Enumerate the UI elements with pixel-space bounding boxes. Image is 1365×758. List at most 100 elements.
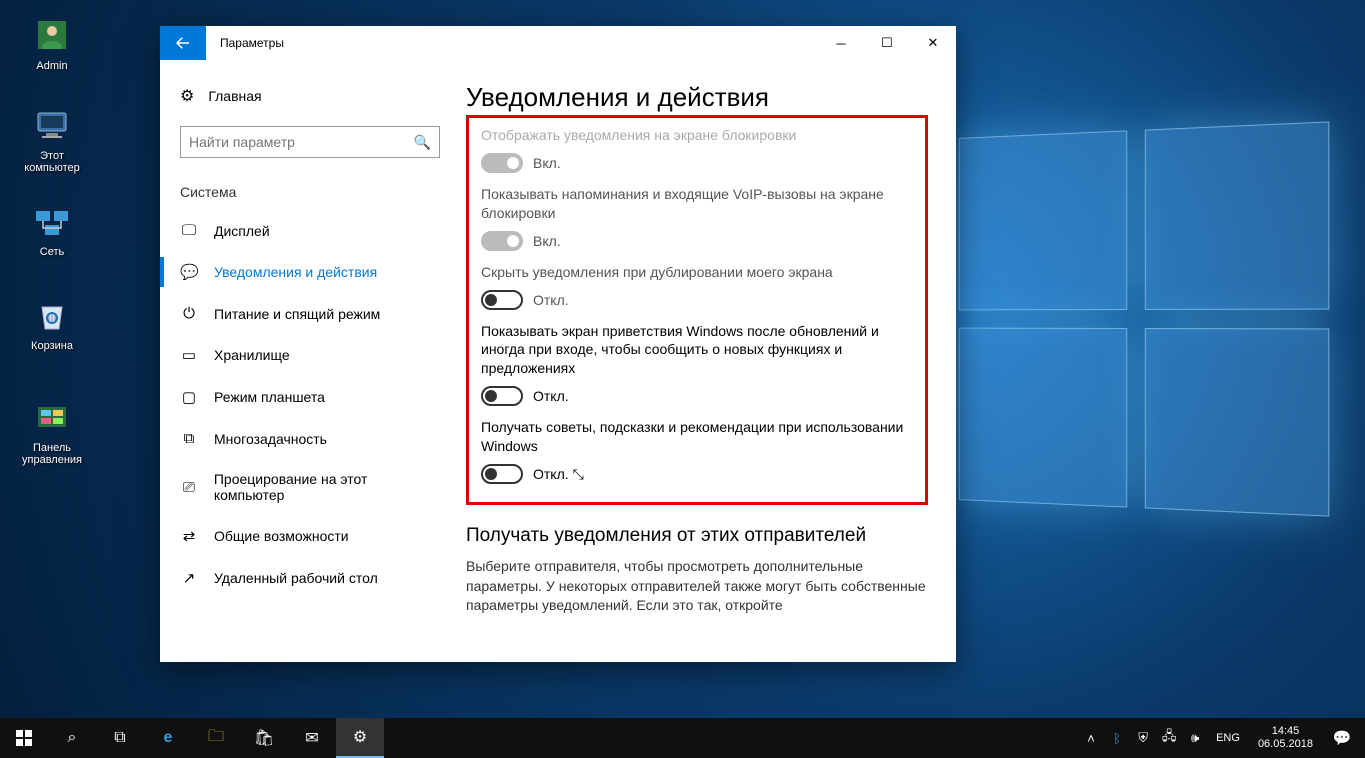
nav-label: Удаленный рабочий стол bbox=[214, 570, 378, 586]
nav-label: Режим планшета bbox=[214, 389, 325, 405]
toggle-state: Откл. bbox=[533, 466, 569, 482]
toggle-welcome[interactable] bbox=[481, 386, 523, 406]
toggle-row-voip: Вкл. bbox=[481, 231, 913, 251]
nav-label: Проецирование на этот компьютер bbox=[214, 471, 440, 503]
remote-icon: ↗ bbox=[180, 569, 198, 587]
storage-icon: ▭ bbox=[180, 346, 198, 364]
windows-icon bbox=[16, 730, 32, 746]
section-label: Система bbox=[160, 176, 460, 210]
desktop-icon-this-pc[interactable]: Этот компьютер bbox=[14, 104, 90, 174]
close-button[interactable]: ✕ bbox=[910, 26, 956, 60]
toggle-row-hide-duplicate: Откл. bbox=[481, 290, 913, 310]
nav-display[interactable]: 🖵 Дисплей bbox=[160, 210, 460, 251]
recycle-bin-icon bbox=[31, 294, 73, 336]
cursor-icon: ⤡ bbox=[573, 466, 584, 483]
tray-network[interactable]: 🖧 bbox=[1158, 718, 1180, 758]
setting-label-tips: Получать советы, подсказки и рекомендаци… bbox=[481, 418, 913, 456]
volume-icon: 🕪 bbox=[1191, 730, 1199, 746]
bluetooth-icon: ᛒ bbox=[1113, 731, 1121, 746]
gear-icon: ⚙ bbox=[180, 86, 194, 106]
maximize-button[interactable]: ☐ bbox=[864, 26, 910, 60]
toggle-row-welcome: Откл. bbox=[481, 386, 913, 406]
explorer-button[interactable]: 🗀 bbox=[192, 718, 240, 758]
clock-date: 06.05.2018 bbox=[1258, 738, 1313, 751]
nav-storage[interactable]: ▭ Хранилище bbox=[160, 334, 460, 376]
taskbar: ⌕ ⧉ e 🗀 🛍 ✉ ⚙ ˄ ᛒ ⛨ 🖧 🕪 ENG 14:45 06.05.… bbox=[0, 718, 1365, 758]
home-button[interactable]: ⚙ Главная bbox=[160, 78, 460, 114]
toggle-state: Откл. bbox=[533, 388, 569, 404]
setting-label-voip: Показывать напоминания и входящие VoIP-в… bbox=[481, 185, 913, 223]
toggle-hide-duplicate[interactable] bbox=[481, 290, 523, 310]
desktop-icon-admin[interactable]: Admin bbox=[14, 14, 90, 72]
search-icon: ⌕ bbox=[68, 729, 77, 747]
search-box[interactable]: 🔍 bbox=[180, 126, 440, 158]
start-button[interactable] bbox=[0, 718, 48, 758]
clock[interactable]: 14:45 06.05.2018 bbox=[1250, 721, 1321, 755]
toggle-state: Вкл. bbox=[533, 233, 561, 249]
arrow-left-icon bbox=[174, 34, 192, 52]
toggle-tips[interactable] bbox=[481, 464, 523, 484]
nav-label: Общие возможности bbox=[214, 528, 349, 544]
tray-security[interactable]: ⛨ bbox=[1132, 718, 1154, 758]
back-button[interactable] bbox=[160, 26, 206, 60]
task-view-button[interactable]: ⧉ bbox=[96, 718, 144, 758]
nav-notifications[interactable]: 💬 Уведомления и действия bbox=[160, 251, 460, 293]
desktop-icon-recycle-bin[interactable]: Корзина bbox=[14, 294, 90, 352]
nav-power[interactable]: ⏻ Питание и спящий режим bbox=[160, 293, 460, 334]
tray-chevron[interactable]: ˄ bbox=[1080, 718, 1102, 758]
nav-label: Уведомления и действия bbox=[214, 264, 377, 280]
desktop-wallpaper-logo bbox=[959, 121, 1329, 516]
desktop-icon-control-panel[interactable]: Панель управления bbox=[14, 396, 90, 466]
page-title: Уведомления и действия bbox=[466, 82, 928, 113]
mail-button[interactable]: ✉ bbox=[288, 718, 336, 758]
tray-bluetooth[interactable]: ᛒ bbox=[1106, 718, 1128, 758]
nav-label: Многозадачность bbox=[214, 431, 327, 447]
edge-icon: e bbox=[164, 729, 173, 747]
action-center-button[interactable]: 💬 bbox=[1325, 729, 1359, 747]
nav-shared[interactable]: ⇄ Общие возможности bbox=[160, 515, 460, 557]
power-icon: ⏻ bbox=[180, 305, 198, 322]
gear-icon: ⚙ bbox=[353, 727, 367, 747]
share-icon: ⇄ bbox=[180, 527, 198, 545]
control-panel-icon bbox=[31, 396, 73, 438]
setting-label-lockscreen: Отображать уведомления на экране блокиро… bbox=[481, 126, 913, 145]
search-button[interactable]: ⌕ bbox=[48, 718, 96, 758]
settings-window: Параметры ─ ☐ ✕ ⚙ Главная 🔍 Система 🖵 Ди… bbox=[160, 26, 956, 662]
tablet-icon: ▢ bbox=[180, 388, 198, 406]
window-title: Параметры bbox=[206, 26, 818, 60]
language-indicator[interactable]: ENG bbox=[1210, 732, 1246, 744]
chevron-up-icon: ˄ bbox=[1087, 731, 1095, 746]
toggle-row-tips: Откл. ⤡ bbox=[481, 464, 913, 484]
nav-projecting[interactable]: ⎚ Проецирование на этот компьютер bbox=[160, 459, 460, 515]
desktop-icon-label: Admin bbox=[36, 60, 67, 72]
search-input[interactable] bbox=[189, 134, 414, 150]
highlighted-region: Отображать уведомления на экране блокиро… bbox=[466, 115, 928, 505]
mail-icon: ✉ bbox=[305, 728, 318, 748]
nav-label: Дисплей bbox=[214, 223, 270, 239]
desktop-icon-label: Этот компьютер bbox=[24, 150, 79, 174]
nav-tablet[interactable]: ▢ Режим планшета bbox=[160, 376, 460, 418]
nav-multitask[interactable]: ⧉ Многозадачность bbox=[160, 418, 460, 459]
tray-volume[interactable]: 🕪 bbox=[1184, 718, 1206, 758]
pc-icon bbox=[31, 104, 73, 146]
edge-button[interactable]: e bbox=[144, 718, 192, 758]
desktop-icon-label: Сеть bbox=[40, 246, 64, 258]
user-icon bbox=[31, 14, 73, 56]
toggle-lockscreen-notif[interactable] bbox=[481, 153, 523, 173]
store-icon: 🛍 bbox=[254, 728, 274, 748]
subsection-senders: Получать уведомления от этих отправителе… bbox=[466, 525, 928, 547]
notification-icon: 💬 bbox=[1333, 729, 1352, 747]
store-button[interactable]: 🛍 bbox=[240, 718, 288, 758]
taskview-icon: ⧉ bbox=[114, 729, 125, 747]
folder-icon: 🗀 bbox=[208, 725, 224, 752]
minimize-button[interactable]: ─ bbox=[818, 26, 864, 60]
settings-button[interactable]: ⚙ bbox=[336, 718, 384, 758]
toggle-voip[interactable] bbox=[481, 231, 523, 251]
toggle-row-lockscreen: Вкл. bbox=[481, 153, 913, 173]
multitask-icon: ⧉ bbox=[180, 430, 198, 447]
desktop-icon-network[interactable]: Сеть bbox=[14, 200, 90, 258]
nav-remote[interactable]: ↗ Удаленный рабочий стол bbox=[160, 557, 460, 599]
setting-label-hide-duplicate: Скрыть уведомления при дублировании моег… bbox=[481, 263, 913, 282]
toggle-state: Вкл. bbox=[533, 155, 561, 171]
search-icon: 🔍 bbox=[414, 134, 431, 151]
